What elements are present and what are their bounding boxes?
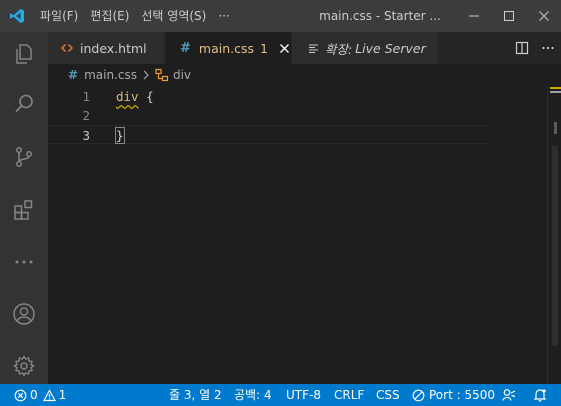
code-editor[interactable]: 1 div { 2 3 }	[48, 86, 548, 384]
files-icon[interactable]	[0, 34, 48, 74]
source-control-icon[interactable]	[0, 137, 48, 177]
warning-count: 1	[58, 388, 67, 402]
tab-label-prefix: 확장:	[325, 41, 353, 57]
more-icon[interactable]	[0, 242, 48, 282]
cursor-position[interactable]: 줄 3, 열 2	[169, 384, 222, 406]
maximize-button[interactable]	[491, 0, 526, 32]
menu-more[interactable]: ···	[212, 0, 235, 32]
css-hash-icon: #	[68, 68, 79, 82]
close-icon	[538, 11, 549, 21]
status-bar: 0 1 줄 3, 열 2 공백: 4 UTF-8 CRLF CSS Port :…	[0, 384, 561, 406]
language-mode[interactable]: CSS	[376, 384, 400, 406]
tab-main-css[interactable]: # main.css 1	[166, 32, 291, 64]
end-of-line[interactable]: CRLF	[334, 384, 364, 406]
css-hash-icon: #	[180, 40, 191, 56]
problems-indicator[interactable]: 0 1	[14, 384, 66, 406]
overview-ruler-divider	[554, 122, 557, 134]
tab-label: index.html	[80, 40, 147, 56]
matching-bracket: }	[115, 127, 125, 144]
minimize-button[interactable]	[456, 0, 491, 32]
line-number: 2	[82, 108, 90, 123]
bell-icon	[533, 389, 547, 402]
activity-bar	[0, 32, 48, 384]
scrollbar-track	[552, 146, 558, 346]
code-line-current: 3 }	[48, 125, 490, 144]
code-text: {	[138, 89, 154, 104]
css-selector: div	[116, 89, 139, 104]
encoding[interactable]: UTF-8	[286, 384, 321, 406]
menu-edit[interactable]: 편집(E)	[84, 0, 135, 32]
line-content: }	[115, 126, 125, 145]
account-icon[interactable]	[0, 294, 48, 334]
overview-ruler-cursor-mark	[550, 91, 561, 93]
window-controls	[456, 0, 561, 32]
code-line: 2	[48, 106, 490, 125]
notifications-button[interactable]	[533, 384, 547, 406]
extensions-icon[interactable]	[0, 190, 48, 230]
tab-index-html[interactable]: index.html	[48, 32, 165, 64]
warning-icon	[42, 388, 56, 402]
live-server-port[interactable]: Port : 5500	[412, 384, 495, 406]
problem-count-badge: 1	[260, 40, 268, 56]
error-icon	[14, 389, 27, 402]
preview-icon	[308, 43, 319, 54]
breadcrumb-file[interactable]: main.css	[84, 68, 137, 82]
error-count: 0	[30, 388, 38, 402]
line-number: 3	[82, 128, 90, 143]
settings-gear-icon[interactable]	[0, 346, 48, 386]
line-number: 1	[82, 89, 90, 104]
close-icon	[280, 43, 289, 53]
more-actions-button[interactable]	[535, 32, 561, 64]
ellipsis-icon	[542, 46, 554, 50]
html-icon	[61, 42, 73, 54]
tab-live-server[interactable]: 확장: Live Server	[292, 32, 438, 64]
text-cursor	[123, 129, 125, 144]
tab-label: main.css	[198, 40, 255, 56]
feedback-button[interactable]	[502, 384, 516, 406]
menu-file[interactable]: 파일(F)	[34, 0, 84, 32]
menu-bar: 파일(F) 편집(E) 선택 영역(S) ···	[34, 0, 236, 32]
tab-label: Live Server	[355, 40, 426, 56]
breadcrumb: # main.css div	[48, 64, 561, 86]
indentation[interactable]: 공백: 4	[234, 384, 272, 406]
symbol-class-icon	[155, 68, 169, 82]
breadcrumb-symbol[interactable]: div	[173, 68, 191, 82]
overview-ruler-warning-mark	[550, 87, 561, 89]
menu-selection[interactable]: 선택 영역(S)	[135, 0, 212, 32]
code-line: 1 div {	[48, 87, 490, 106]
tab-bar: index.html # main.css 1 확장: Live Server	[48, 32, 561, 64]
search-icon[interactable]	[0, 84, 48, 124]
editor-actions	[509, 32, 561, 64]
close-window-button[interactable]	[526, 0, 561, 32]
minimize-icon	[468, 15, 479, 17]
block-icon	[412, 389, 425, 402]
editor-scrollbar[interactable]	[547, 86, 561, 384]
close-tab-button[interactable]	[279, 43, 290, 54]
split-editor-icon	[515, 41, 529, 55]
window-title: main.css - Starter ...	[319, 9, 441, 23]
maximize-icon	[503, 11, 514, 21]
title-bar: 파일(F) 편집(E) 선택 영역(S) ··· main.css - Star…	[0, 0, 561, 32]
line-content: div {	[116, 87, 154, 106]
split-editor-button[interactable]	[509, 32, 535, 64]
chevron-right-icon	[142, 70, 150, 80]
vscode-logo-icon	[0, 0, 34, 32]
port-label: Port : 5500	[429, 388, 495, 402]
feedback-icon	[502, 389, 516, 401]
